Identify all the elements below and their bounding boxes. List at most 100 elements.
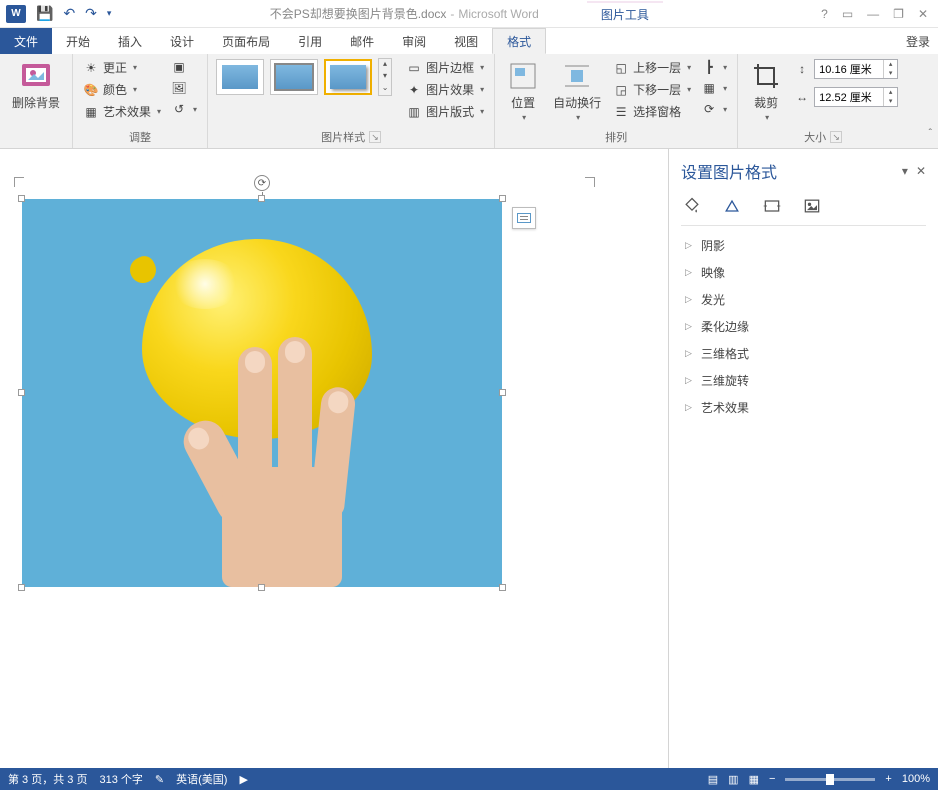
crop-button[interactable]: 裁剪▾ [746, 58, 786, 124]
tab-references[interactable]: 引用 [284, 28, 336, 54]
spin-up-icon[interactable]: ▴ [884, 88, 897, 97]
sign-in-link[interactable]: 登录 [898, 28, 938, 54]
height-input[interactable] [815, 63, 883, 75]
effects-icon[interactable] [721, 195, 743, 217]
selected-image[interactable]: ⟳ [22, 199, 502, 587]
ribbon-options-icon[interactable]: ▭ [842, 7, 853, 21]
style-thumb-shadow[interactable] [324, 59, 372, 95]
style-thumb-plain[interactable] [216, 59, 264, 95]
spin-down-icon[interactable]: ▾ [884, 97, 897, 106]
layout-options-button[interactable] [512, 207, 536, 229]
tab-home[interactable]: 开始 [52, 28, 104, 54]
chevron-down-icon[interactable]: ▾ [379, 71, 391, 83]
spin-down-icon[interactable]: ▾ [884, 69, 897, 78]
remove-background-button[interactable]: 删除背景 [8, 58, 64, 113]
pane-item-artistic[interactable]: ▷艺术效果 [675, 394, 932, 421]
compress-pictures-button[interactable]: ▣ [169, 58, 199, 76]
color-button[interactable]: 🎨颜色▾ [81, 80, 163, 99]
pane-separator [681, 225, 926, 226]
picture-style-gallery[interactable]: ▴▾⌄ [216, 58, 392, 96]
align-icon: ┣ [701, 59, 717, 75]
tab-file[interactable]: 文件 [0, 28, 52, 54]
read-mode-icon[interactable]: ▤ [708, 773, 718, 786]
minimize-icon[interactable]: — [867, 7, 879, 21]
redo-icon[interactable]: ↷ [85, 5, 97, 22]
resize-handle-t[interactable] [258, 195, 265, 202]
resize-handle-b[interactable] [258, 584, 265, 591]
tab-design[interactable]: 设计 [156, 28, 208, 54]
layout-props-icon[interactable] [761, 195, 783, 217]
chevron-down-icon: ▾ [576, 113, 580, 122]
tab-insert[interactable]: 插入 [104, 28, 156, 54]
zoom-out-button[interactable]: − [769, 773, 775, 785]
resize-handle-tr[interactable] [499, 195, 506, 202]
title-sep: - [450, 7, 454, 21]
pane-item-glow[interactable]: ▷发光 [675, 286, 932, 313]
size-dialog-launcher[interactable]: ↘ [830, 131, 842, 143]
close-icon[interactable]: ✕ [918, 7, 928, 21]
style-thumb-frame[interactable] [270, 59, 318, 95]
picture-layout-button[interactable]: ▥图片版式▾ [404, 102, 486, 121]
macro-icon[interactable]: ▶ [239, 773, 247, 786]
tab-format[interactable]: 格式 [492, 28, 546, 54]
word-count[interactable]: 313 个字 [99, 771, 142, 787]
change-picture-button[interactable]: 🖼 [169, 79, 199, 97]
tab-view[interactable]: 视图 [440, 28, 492, 54]
width-spinner[interactable]: ▴▾ [814, 87, 898, 107]
pane-item-reflection[interactable]: ▷映像 [675, 259, 932, 286]
fill-line-icon[interactable] [681, 195, 703, 217]
undo-icon[interactable]: ↶ [63, 5, 75, 22]
language-indicator[interactable]: 英语(美国) [176, 771, 227, 787]
web-layout-icon[interactable]: ▦ [749, 773, 759, 786]
pane-item-shadow[interactable]: ▷阴影 [675, 232, 932, 259]
chevron-up-icon[interactable]: ▴ [379, 59, 391, 71]
resize-handle-r[interactable] [499, 389, 506, 396]
print-layout-icon[interactable]: ▥ [728, 773, 738, 786]
gallery-scroll[interactable]: ▴▾⌄ [378, 58, 392, 96]
align-button[interactable]: ┣▾ [699, 58, 729, 76]
tab-mailings[interactable]: 邮件 [336, 28, 388, 54]
position-button[interactable]: 位置▾ [503, 58, 543, 124]
pane-close-icon[interactable]: ✕ [916, 164, 926, 178]
bring-forward-button[interactable]: ◱上移一层▾ [611, 58, 693, 77]
group-button[interactable]: ▦▾ [699, 79, 729, 97]
resize-handle-tl[interactable] [18, 195, 25, 202]
pane-item-soft-edges[interactable]: ▷柔化边缘 [675, 313, 932, 340]
format-picture-pane: 设置图片格式 ▾ ✕ ▷阴影 ▷映像 ▷发光 ▷柔化边缘 ▷三维格式 ▷三维旋转… [668, 149, 938, 768]
collapse-ribbon-icon[interactable]: ˆ [929, 128, 932, 139]
document-canvas[interactable]: ⟳ [0, 149, 668, 768]
pane-item-3d-format[interactable]: ▷三维格式 [675, 340, 932, 367]
height-spinner[interactable]: ▴▾ [814, 59, 898, 79]
pane-options-icon[interactable]: ▾ [902, 164, 908, 178]
artistic-effects-button[interactable]: ▦艺术效果▾ [81, 102, 163, 121]
page-indicator[interactable]: 第 3 页，共 3 页 [8, 771, 87, 787]
pane-item-3d-rotation[interactable]: ▷三维旋转 [675, 367, 932, 394]
resize-handle-br[interactable] [499, 584, 506, 591]
reset-picture-button[interactable]: ↺▾ [169, 100, 199, 118]
zoom-level[interactable]: 100% [902, 773, 930, 785]
zoom-slider[interactable] [785, 778, 875, 781]
spell-check-icon[interactable]: ✎ [155, 773, 164, 786]
save-icon[interactable]: 💾 [36, 5, 53, 22]
tab-page-layout[interactable]: 页面布局 [208, 28, 284, 54]
corrections-button[interactable]: ☀更正▾ [81, 58, 163, 77]
resize-handle-l[interactable] [18, 389, 25, 396]
styles-dialog-launcher[interactable]: ↘ [369, 131, 381, 143]
spin-up-icon[interactable]: ▴ [884, 60, 897, 69]
help-icon[interactable]: ? [821, 7, 828, 21]
rotate-handle[interactable]: ⟳ [254, 175, 270, 191]
picture-border-button[interactable]: ▭图片边框▾ [404, 58, 486, 77]
selection-pane-button[interactable]: ☰选择窗格 [611, 102, 693, 121]
resize-handle-bl[interactable] [18, 584, 25, 591]
send-backward-button[interactable]: ◲下移一层▾ [611, 80, 693, 99]
wrap-text-button[interactable]: 自动换行▾ [549, 58, 605, 124]
tab-review[interactable]: 审阅 [388, 28, 440, 54]
rotate-button[interactable]: ⟳▾ [699, 100, 729, 118]
zoom-in-button[interactable]: + [885, 773, 891, 785]
picture-effects-button[interactable]: ✦图片效果▾ [404, 80, 486, 99]
width-input[interactable] [815, 91, 883, 103]
gallery-expand-icon[interactable]: ⌄ [379, 83, 391, 95]
picture-props-icon[interactable] [801, 195, 823, 217]
zoom-thumb[interactable] [826, 774, 834, 785]
restore-icon[interactable]: ❐ [893, 7, 904, 21]
